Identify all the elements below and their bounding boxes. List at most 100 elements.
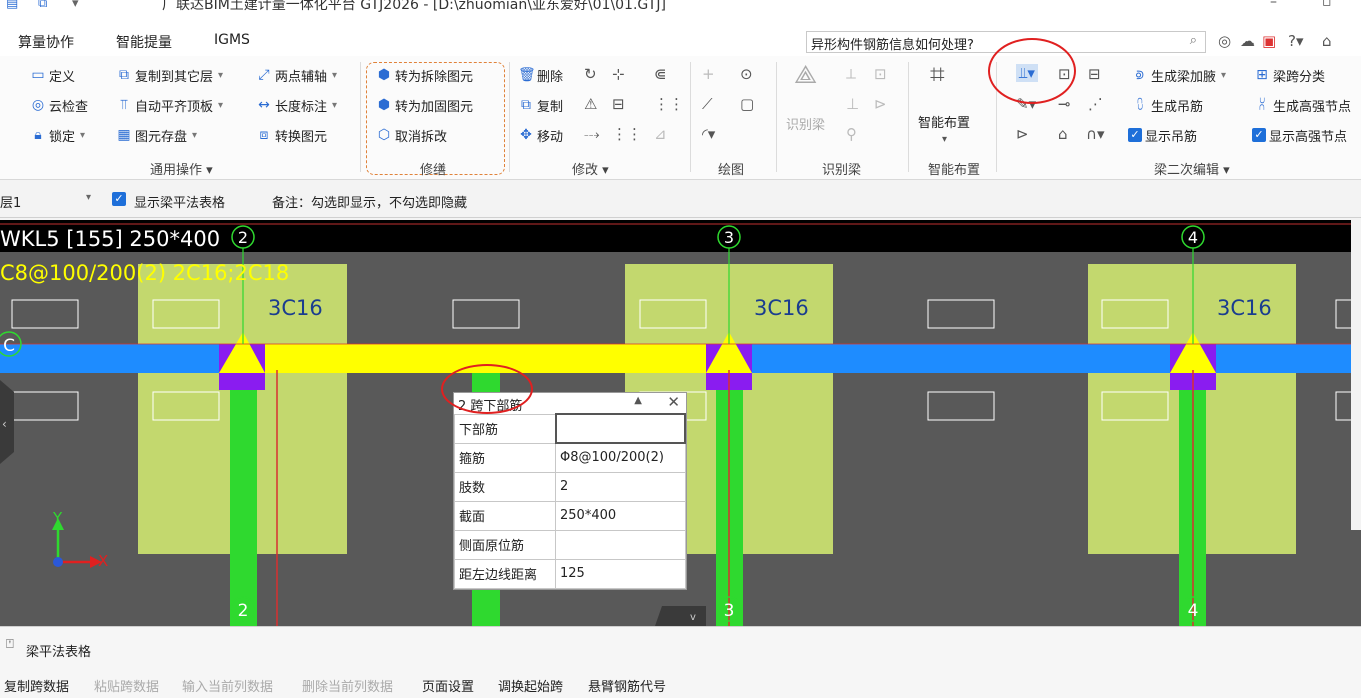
copy-to-layer-button[interactable]: ⧉ 复制到其它层 ▾ xyxy=(116,64,223,86)
show-hanger-checkbox[interactable]: ✓ 显示吊筋 xyxy=(1128,124,1197,146)
minimize-button[interactable]: – xyxy=(1270,0,1277,10)
merge-icon[interactable]: ⋮⋮ xyxy=(612,125,642,143)
beam-spec-label: C8@100/200(2) 2C16;2C18 xyxy=(0,261,289,285)
right-side-panel[interactable] xyxy=(1351,220,1361,530)
quick-layout-icon[interactable]: ⧉ xyxy=(38,0,47,11)
length-dim-button[interactable]: ↔ 长度标注 ▾ xyxy=(256,94,337,116)
section-input[interactable]: 250*400 xyxy=(555,500,686,531)
move-button[interactable]: ✥ 移动 xyxy=(518,124,563,146)
gen-strong-node-button[interactable]: ⩆ 生成高强节点 xyxy=(1254,94,1351,116)
lock-icon: 🔒︎ xyxy=(34,127,42,143)
delete-button[interactable]: 🗑︎ 删除 xyxy=(518,64,563,86)
chevron-down-icon: ▾ xyxy=(1221,69,1227,81)
beam-span-data-icon[interactable]: ⊡ xyxy=(1058,65,1071,83)
offset-icon[interactable]: ⋐ xyxy=(654,65,667,83)
user-icon[interactable]: ◎ xyxy=(1218,32,1231,50)
chevron-down-icon[interactable]: v xyxy=(690,612,696,623)
gen-haunch-button[interactable]: ⟄ 生成梁加腋 ▾ xyxy=(1132,64,1226,86)
extend-icon[interactable]: ⊹ xyxy=(612,65,625,83)
input-column-data-button[interactable]: 输入当前列数据 xyxy=(182,676,273,695)
two-point-axis-button[interactable]: ⤢ 两点辅轴 ▾ xyxy=(256,64,337,86)
select-span-icon[interactable]: ⋰ xyxy=(1088,95,1103,113)
bottom-rebar-input[interactable] xyxy=(554,413,686,444)
rotate-icon[interactable]: ↻ xyxy=(584,65,597,83)
group-label-common[interactable]: 通用操作 ▾ xyxy=(150,159,213,178)
span-classify-button[interactable]: ⊞ 梁跨分类 xyxy=(1254,64,1325,86)
rect-icon[interactable]: ▢ xyxy=(740,95,754,113)
to-demolish-button[interactable]: ⬢ 转为拆除图元 xyxy=(376,64,473,86)
line-icon[interactable]: ⟋ xyxy=(702,95,713,113)
arc-icon[interactable]: ◜▾ xyxy=(702,125,715,143)
original-marking-icon[interactable]: ⫫▾ xyxy=(1016,64,1038,82)
swap-start-span-button[interactable]: 调换起始跨 xyxy=(498,676,563,695)
app-store-icon[interactable]: ▣ xyxy=(1262,32,1276,50)
point-icon[interactable]: + xyxy=(702,65,715,83)
pin-icon[interactable]: ▲ xyxy=(634,395,642,406)
pin-icon[interactable]: ⍞ xyxy=(6,637,14,652)
cloud-check-button[interactable]: ◎ 云检查 xyxy=(30,94,88,116)
copy-span-data-button[interactable]: 复制跨数据 xyxy=(4,676,69,695)
split-icon[interactable]: ⋮⋮ xyxy=(654,95,684,113)
beam-table-icon[interactable]: ⊟ xyxy=(1088,65,1101,83)
chevron-down-icon: ▾ xyxy=(192,129,198,141)
floor-select[interactable]: 层1 xyxy=(0,192,21,211)
beam-name-label: WKL5 [155] 250*400 xyxy=(0,227,220,251)
mirror-icon[interactable]: ⚠︎ xyxy=(584,95,597,113)
page-setup-button[interactable]: 页面设置 xyxy=(422,676,474,695)
chevron-down-icon[interactable]: ▾ xyxy=(942,134,947,145)
menu-smart-extract[interactable]: 智能提量 xyxy=(116,32,172,52)
circle-icon[interactable]: ⊙ xyxy=(740,65,753,83)
search-icon[interactable]: ⌕ xyxy=(1190,33,1197,48)
ribbon-collapse-icon[interactable]: ⌂ xyxy=(1322,32,1332,50)
trash-icon: 🗑︎ xyxy=(518,67,536,83)
ribbon-divider xyxy=(996,62,997,172)
paste-span-data-button[interactable]: 粘贴跨数据 xyxy=(94,676,159,695)
chevron-down-icon[interactable]: ▾ xyxy=(86,192,91,203)
quick-access-dropdown-icon[interactable]: ▾ xyxy=(72,0,79,11)
legs-input[interactable]: 2 xyxy=(555,471,686,502)
side-rebar-input[interactable] xyxy=(555,529,686,560)
auto-align-top-button[interactable]: ⫪ 自动平齐顶板 ▾ xyxy=(116,94,223,116)
cantilever-rebar-code-button[interactable]: 悬臂钢筋代号 xyxy=(588,676,666,695)
apply-same-icon[interactable]: ⊸ xyxy=(1058,95,1071,113)
checkbox-checked: ✓ xyxy=(1252,128,1266,142)
align-icon[interactable]: ⊟ xyxy=(612,95,625,113)
rebar-label: 3C16 xyxy=(1217,296,1272,320)
define-button[interactable]: ▭ 定义 xyxy=(30,64,75,86)
break-icon[interactable]: ⤏ xyxy=(584,125,600,143)
group-label-beam-edit[interactable]: 梁二次编辑 ▾ xyxy=(1154,159,1230,178)
help-icon[interactable]: ?▾ xyxy=(1288,32,1304,50)
copy-button[interactable]: ⧉ 复制 xyxy=(518,94,563,116)
delete-column-data-button[interactable]: 删除当前列数据 xyxy=(302,676,393,695)
menu-collab[interactable]: 算量协作 xyxy=(18,32,74,52)
show-beam-table-checkbox[interactable]: ✓ xyxy=(112,191,126,206)
stretch-icon: ⊿ xyxy=(654,125,667,143)
arc-tool-icon[interactable]: ∩▾ xyxy=(1086,125,1105,143)
left-distance-input[interactable]: 125 xyxy=(555,558,686,589)
stirrup-input[interactable]: Φ8@100/200(2) xyxy=(555,442,686,473)
hanger-tool-icon[interactable]: ⌂ xyxy=(1058,125,1068,143)
help-search-input[interactable]: 异形构件钢筋信息如何处理? ⌕ xyxy=(806,31,1206,53)
restore-button[interactable]: ▫ xyxy=(1322,0,1332,10)
recognize-beam-button[interactable]: 识别梁 xyxy=(786,112,825,134)
smart-layout-icon[interactable]: ⌗ xyxy=(930,60,945,91)
close-icon[interactable]: ✕ xyxy=(667,393,680,411)
span-tool-icon[interactable]: ⊳ xyxy=(1016,125,1029,143)
gen-hanger-button[interactable]: ⩇ 生成吊筋 xyxy=(1132,94,1203,116)
lock-button[interactable]: 🔒︎ 锁定 ▾ xyxy=(30,124,85,146)
save-element-button[interactable]: ▦ 图元存盘 ▾ xyxy=(116,124,197,146)
chevron-left-icon[interactable]: ‹ xyxy=(2,417,7,431)
cloud-icon[interactable]: ☁ xyxy=(1240,32,1255,50)
quick-save-icon[interactable]: ▤ xyxy=(6,0,18,11)
bottom-panel-handle[interactable] xyxy=(655,606,706,626)
edit-pen-icon[interactable]: ✎▾ xyxy=(1016,95,1036,113)
menu-igms[interactable]: IGMS xyxy=(214,32,250,48)
smart-layout-button[interactable]: 智能布置 xyxy=(918,110,970,132)
cancel-demolish-button[interactable]: ⬡ 取消拆改 xyxy=(376,124,447,146)
to-reinforce-button[interactable]: ⬢ 转为加固图元 xyxy=(376,94,473,116)
selected-beam[interactable] xyxy=(225,344,745,373)
show-strong-node-checkbox[interactable]: ✓ 显示高强节点 xyxy=(1252,124,1347,146)
group-label-modify[interactable]: 修改 ▾ xyxy=(572,159,609,178)
convert-element-button[interactable]: ⧈ 转换图元 xyxy=(256,124,327,146)
recognize-beam-icon[interactable]: ⟁ xyxy=(794,60,817,91)
